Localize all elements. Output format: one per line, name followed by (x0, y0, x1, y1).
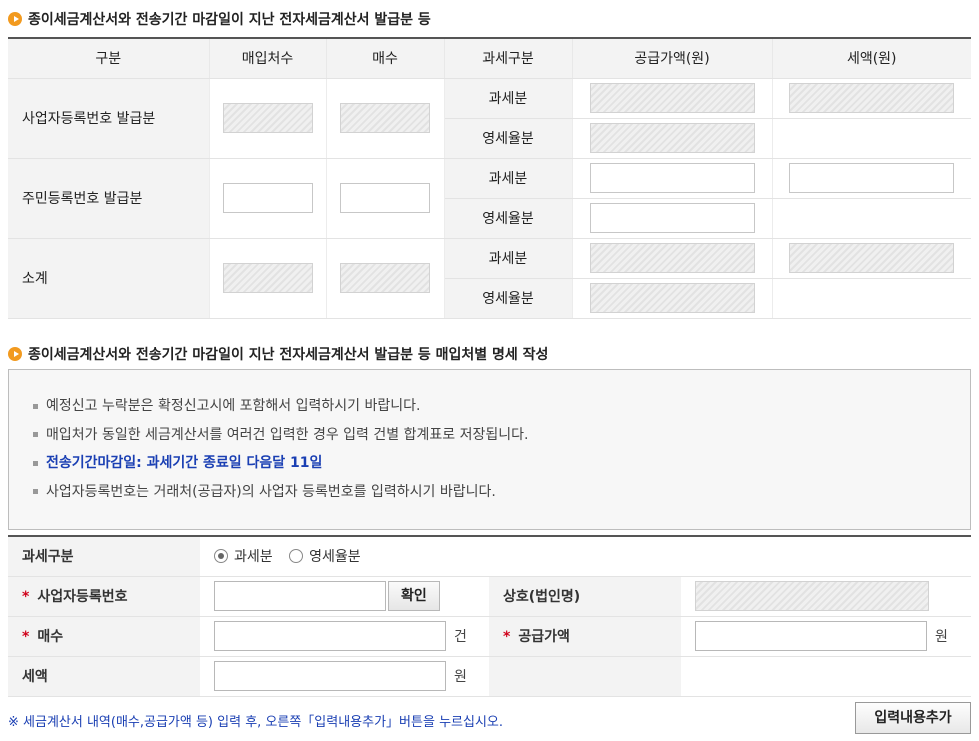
summary-header-row: 구분 매입처수 매수 과세구분 공급가액(원) 세액(원) (8, 37, 971, 79)
supply-bizno-zero-field (589, 123, 755, 153)
square-bullet-icon (33, 489, 38, 495)
subhead-taxable: 과세분 (444, 158, 573, 199)
subhead-zero-rate: 영세율분 (444, 118, 573, 159)
summary-table: 구분 매입처수 매수 과세구분 공급가액(원) 세액(원) 사업자등록번호 발급… (8, 37, 971, 319)
vendor-count-bizno-field (222, 103, 313, 133)
supply-resident-zero-input[interactable] (589, 203, 755, 233)
tax-unit: 원 (454, 669, 467, 685)
subhead-taxable: 과세분 (444, 238, 573, 279)
count-label: * 매수 (8, 616, 200, 657)
required-mark: * (22, 629, 30, 645)
tax-resident-taxable-input[interactable] (789, 163, 955, 193)
footnote: ※ 세금계산서 내역(매수,공급가액 등) 입력 후, 오른쪽「입력내용추가」버… (8, 715, 503, 730)
square-bullet-icon (33, 403, 38, 409)
square-bullet-icon (33, 460, 38, 466)
form-row-tax-type: 과세구분 과세분 영세율분 (8, 536, 972, 577)
table-row: 소계 과세분 (8, 238, 971, 319)
tax-amount-input[interactable] (214, 661, 446, 691)
sheet-count-subtotal-field (340, 263, 430, 293)
header-category: 구분 (8, 37, 210, 79)
entry-form: 과세구분 과세분 영세율분 * 사업자등록번호 확인 상호(법인명) * 매수 건 … (8, 535, 972, 697)
tax-amount-label: 세액 (8, 656, 200, 697)
form-row-count: * 매수 건 * 공급가액 원 (8, 616, 972, 657)
row-label-bizno: 사업자등록번호 발급분 (8, 78, 210, 159)
count-unit: 건 (454, 629, 467, 645)
required-mark: * (503, 629, 511, 645)
section1-title: 종이세금계산서와 전송기간 마감일이 지난 전자세금계산서 발급분 등 (8, 9, 431, 29)
notice-item-deadline: 전송기간마감일: 과세기간 종료일 다음달 11일 (33, 449, 970, 478)
notice-item: 매입처가 동일한 세금계산서를 여러건 입력한 경우 입력 건별 합계표로 저장… (33, 421, 970, 450)
notice-item: 예정신고 누락분은 확정신고시에 포함해서 입력하시기 바랍니다. (33, 392, 970, 421)
header-supply-amount: 공급가액(원) (572, 37, 773, 79)
count-input[interactable] (214, 621, 446, 651)
header-tax-type: 과세구분 (444, 37, 573, 79)
vendor-count-resident-input[interactable] (222, 183, 313, 213)
header-vendor-count: 매입처수 (209, 37, 327, 79)
radio-taxable-label[interactable]: 과세분 (234, 549, 273, 565)
tax-bizno-taxable-field (789, 83, 955, 113)
section2-title-text: 종이세금계산서와 전송기간 마감일이 지난 전자세금계산서 발급분 등 매입처별… (28, 347, 549, 363)
notice-box: 예정신고 누락분은 확정신고시에 포함해서 입력하시기 바랍니다. 매입처가 동… (8, 369, 971, 530)
supply-subtotal-taxable-field (589, 243, 755, 273)
bizno-label: * 사업자등록번호 (8, 576, 200, 617)
company-name-field (695, 581, 929, 611)
bullet-arrow-icon (8, 12, 22, 26)
subhead-taxable: 과세분 (444, 78, 573, 119)
notice-item: 사업자등록번호는 거래처(공급자)의 사업자 등록번호를 입력하시기 바랍니다. (33, 478, 970, 507)
sheet-count-resident-input[interactable] (340, 183, 430, 213)
supply-amount-input[interactable] (695, 621, 927, 651)
supply-bizno-taxable-field (589, 83, 755, 113)
header-sheet-count: 매수 (326, 37, 445, 79)
tax-type-label: 과세구분 (8, 536, 200, 577)
section1-title-text: 종이세금계산서와 전송기간 마감일이 지난 전자세금계산서 발급분 등 (28, 12, 431, 28)
supply-resident-taxable-input[interactable] (589, 163, 755, 193)
company-name-label: 상호(법인명) (489, 576, 681, 617)
section2-title: 종이세금계산서와 전송기간 마감일이 지난 전자세금계산서 발급분 등 매입처별… (8, 344, 548, 364)
sheet-count-bizno-field (340, 103, 430, 133)
header-tax-amount: 세액(원) (772, 37, 971, 79)
required-mark: * (22, 589, 30, 605)
form-row-bizno: * 사업자등록번호 확인 상호(법인명) (8, 576, 972, 617)
supply-subtotal-zero-field (589, 283, 755, 313)
tax-subtotal-taxable-field (789, 243, 955, 273)
radio-zero-rate[interactable] (289, 549, 304, 564)
vendor-count-subtotal-field (222, 263, 313, 293)
row-label-subtotal: 소계 (8, 238, 210, 319)
table-row: 사업자등록번호 발급분 과세분 (8, 78, 971, 159)
table-row: 주민등록번호 발급분 과세분 (8, 158, 971, 239)
confirm-button[interactable]: 확인 (388, 581, 440, 611)
bullet-arrow-icon (8, 347, 22, 361)
radio-zero-rate-label[interactable]: 영세율분 (309, 549, 361, 565)
supply-unit: 원 (935, 629, 948, 645)
subhead-zero-rate: 영세율분 (444, 198, 573, 239)
add-entry-button[interactable]: 입력내용추가 (855, 702, 971, 734)
subhead-zero-rate: 영세율분 (444, 278, 573, 319)
square-bullet-icon (33, 432, 38, 438)
radio-taxable[interactable] (214, 549, 228, 564)
form-row-tax: 세액 원 (8, 656, 972, 697)
bizno-input[interactable] (214, 581, 386, 611)
row-label-resident: 주민등록번호 발급분 (8, 158, 210, 239)
supply-amount-label: * 공급가액 (489, 616, 681, 657)
